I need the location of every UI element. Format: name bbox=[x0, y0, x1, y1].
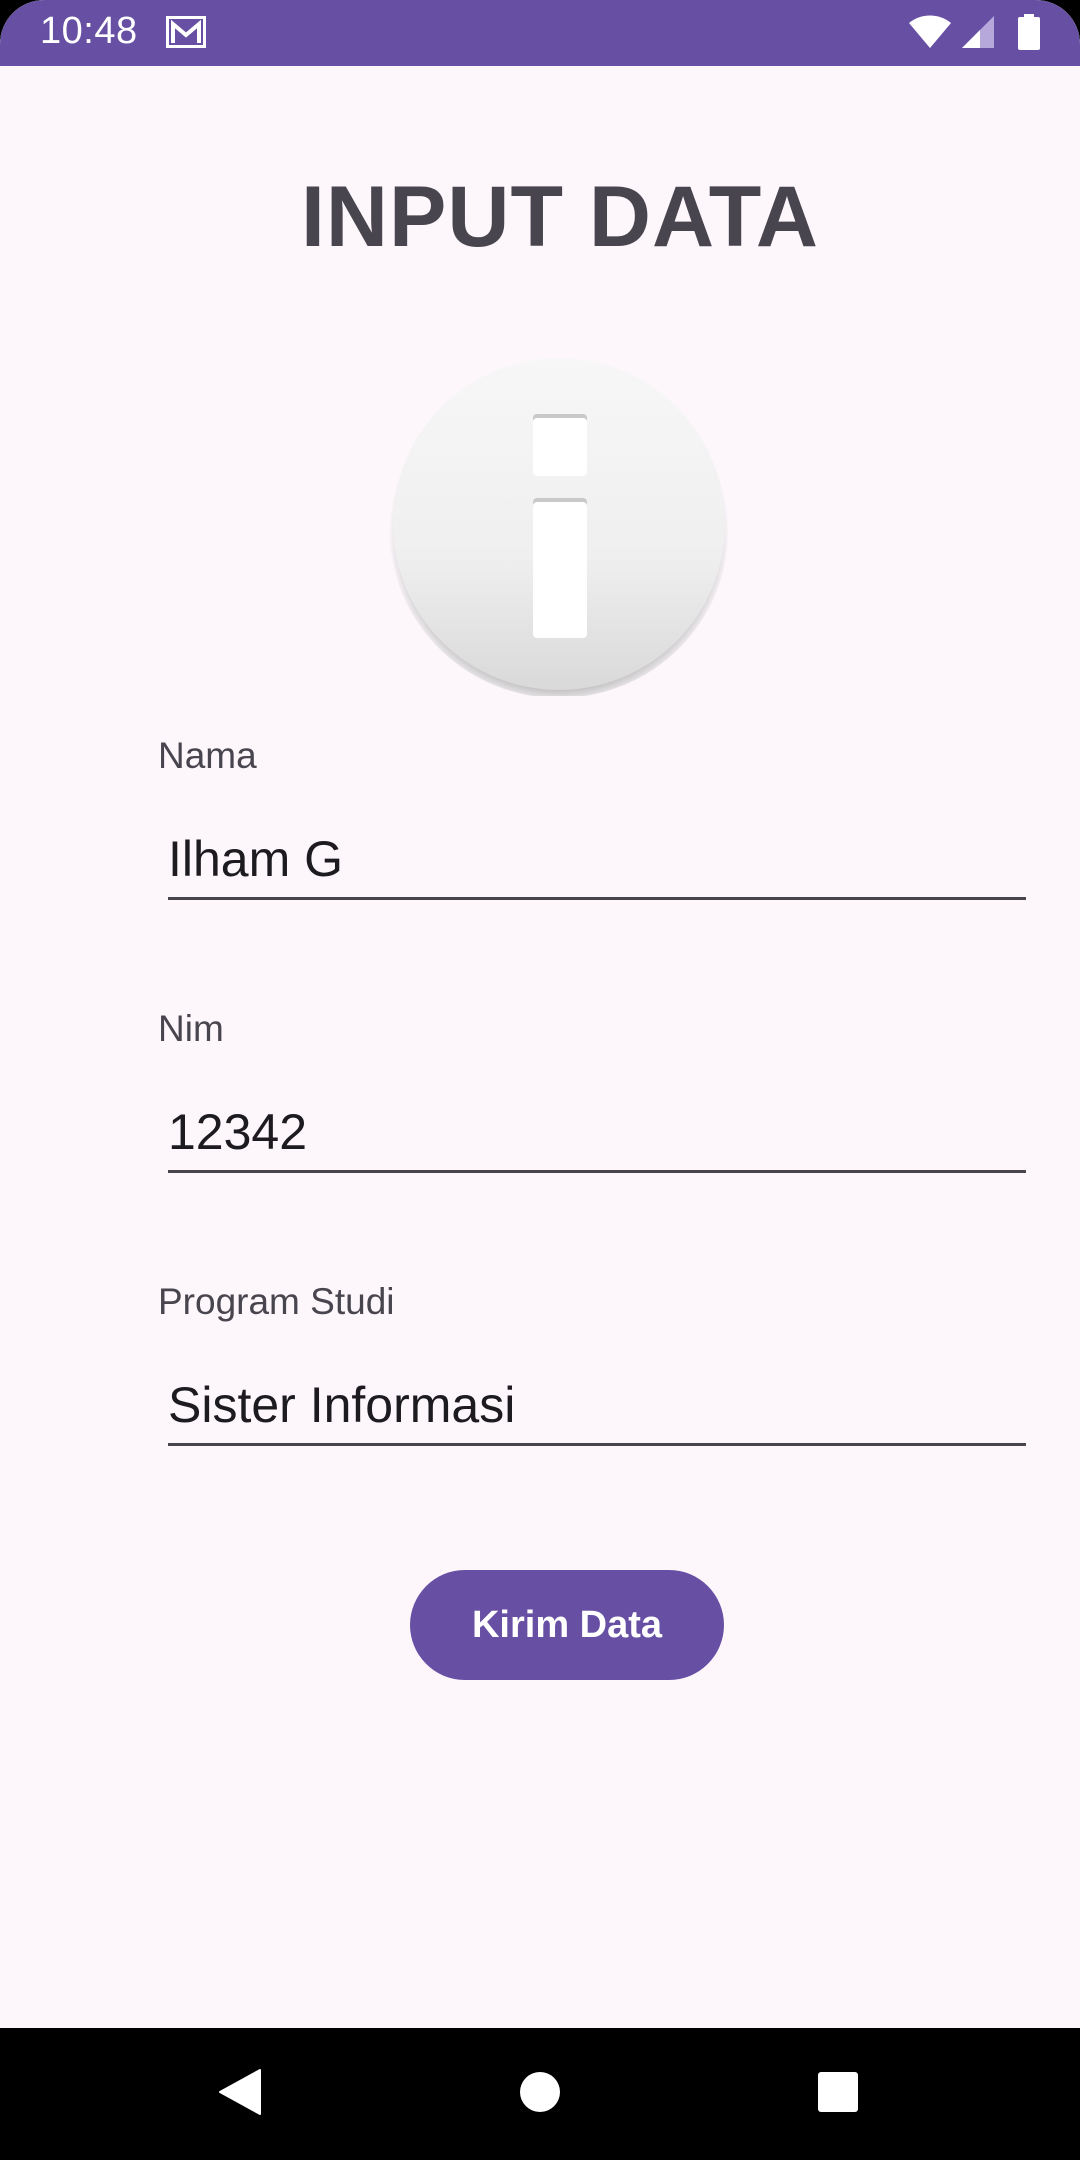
cellular-signal-icon bbox=[960, 14, 996, 55]
kirim-data-button[interactable]: Kirim Data bbox=[410, 1570, 724, 1680]
app-screen: 10:48 INPUT DATA Nama Ilham G Nim 12342 … bbox=[0, 0, 1080, 2160]
nama-label: Nama bbox=[158, 735, 257, 776]
page-title: INPUT DATA bbox=[301, 169, 819, 265]
home-icon bbox=[519, 2071, 561, 2118]
status-bar: 10:48 bbox=[0, 0, 1080, 66]
back-icon bbox=[218, 2068, 262, 2121]
battery-icon bbox=[1018, 13, 1040, 55]
gmail-icon bbox=[166, 16, 206, 48]
wifi-icon bbox=[908, 14, 952, 55]
navigation-bar bbox=[0, 2028, 1080, 2160]
back-button[interactable] bbox=[160, 2028, 320, 2160]
program-studi-input[interactable] bbox=[168, 1366, 1026, 1446]
recents-icon bbox=[817, 2071, 859, 2118]
home-button[interactable] bbox=[460, 2028, 620, 2160]
recents-button[interactable] bbox=[758, 2028, 918, 2160]
status-icons bbox=[908, 13, 1040, 55]
program-studi-label: Program Studi bbox=[158, 1281, 395, 1322]
nim-input[interactable] bbox=[168, 1093, 1026, 1173]
nama-input[interactable] bbox=[168, 820, 1026, 900]
info-icon bbox=[387, 352, 731, 698]
status-time: 10:48 bbox=[40, 10, 138, 52]
nim-label: Nim bbox=[158, 1008, 224, 1049]
